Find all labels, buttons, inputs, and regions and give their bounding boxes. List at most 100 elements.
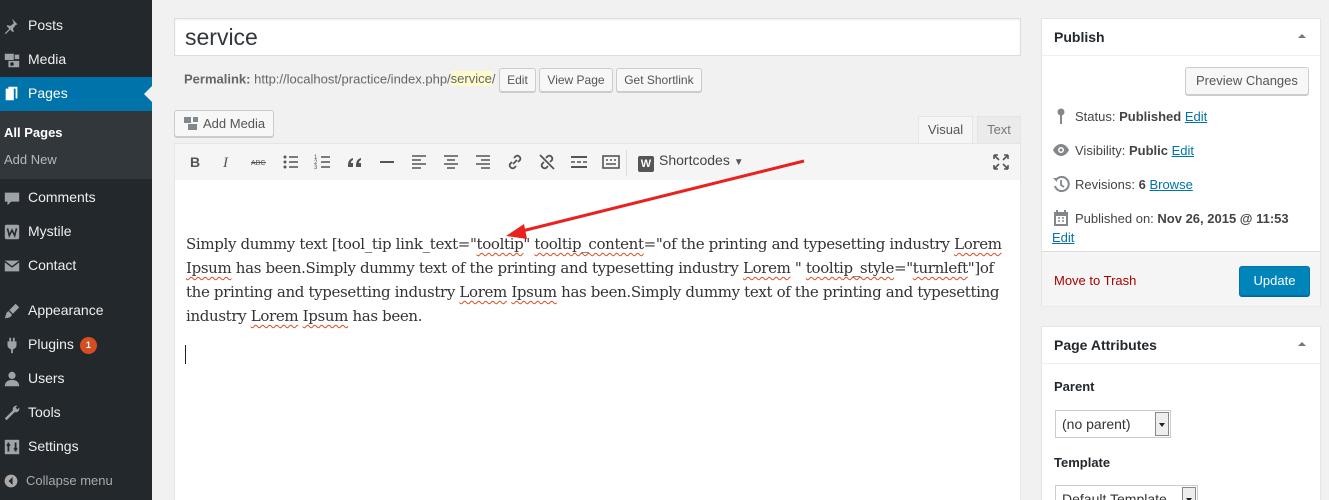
permalink-slug[interactable]: service bbox=[450, 71, 492, 87]
menu-label: Plugins 1 bbox=[28, 336, 97, 354]
status-row: Status: Published Edit bbox=[1052, 107, 1207, 125]
edit-status-link[interactable]: Edit bbox=[1185, 109, 1207, 124]
user-icon bbox=[3, 370, 21, 388]
woo-theme-icon bbox=[3, 223, 21, 241]
bold-icon[interactable]: B bbox=[185, 152, 205, 172]
pages-submenu: All Pages Add New bbox=[0, 111, 152, 179]
template-select-value: Default Template bbox=[1062, 491, 1167, 500]
publish-box-header[interactable]: Publish bbox=[1042, 19, 1320, 56]
visibility-label: Visibility: bbox=[1075, 143, 1126, 158]
align-left-icon[interactable] bbox=[409, 152, 429, 172]
bulleted-list-icon[interactable] bbox=[281, 152, 301, 172]
envelope-icon bbox=[3, 257, 21, 275]
collapse-arrow-icon[interactable] bbox=[1296, 30, 1308, 42]
content-misspelled-word: tooltip_style bbox=[805, 259, 894, 277]
menu-label: Contact bbox=[28, 257, 77, 273]
permalink-base-url: http://localhost/practice/index.php/ bbox=[254, 71, 451, 87]
pushpin-icon bbox=[3, 17, 21, 35]
submenu-all-pages[interactable]: All Pages bbox=[4, 125, 63, 140]
publish-actions: Move to Trash Update bbox=[1042, 251, 1320, 306]
status-value: Published bbox=[1119, 109, 1182, 124]
media-icon bbox=[3, 51, 21, 69]
content-text: " bbox=[790, 259, 806, 277]
menu-label: Appearance bbox=[28, 302, 104, 318]
menu-item-users[interactable]: Users bbox=[0, 362, 152, 396]
menu-item-appearance[interactable]: Appearance bbox=[0, 294, 152, 328]
svg-text:3: 3 bbox=[314, 165, 318, 171]
annotation-arrow-line bbox=[517, 159, 805, 234]
browse-revisions-link[interactable]: Browse bbox=[1149, 177, 1192, 192]
blockquote-icon[interactable] bbox=[345, 152, 365, 172]
permalink-label: Permalink: bbox=[184, 71, 251, 87]
wrench-icon bbox=[3, 404, 21, 422]
horizontal-line-icon[interactable] bbox=[377, 152, 397, 172]
plug-icon bbox=[3, 336, 21, 354]
align-center-icon[interactable] bbox=[441, 152, 461, 172]
add-media-button[interactable]: Add Media bbox=[174, 110, 275, 137]
publish-box-title: Publish bbox=[1054, 29, 1105, 45]
settings-icon bbox=[3, 438, 21, 456]
strikethrough-icon[interactable]: ABC bbox=[249, 152, 269, 172]
move-to-trash-link[interactable]: Move to Trash bbox=[1054, 273, 1136, 288]
menu-label: Posts bbox=[28, 17, 64, 33]
edit-date-link[interactable]: Edit bbox=[1052, 230, 1074, 245]
menu-label: Mystile bbox=[28, 223, 72, 239]
chevron-down-icon bbox=[1182, 487, 1196, 500]
svg-text:B: B bbox=[190, 154, 200, 170]
content-text: =" bbox=[894, 259, 913, 277]
history-icon bbox=[1052, 175, 1070, 193]
italic-icon[interactable]: I bbox=[217, 152, 237, 172]
eye-icon bbox=[1052, 141, 1070, 159]
view-page-button[interactable]: View Page bbox=[539, 68, 613, 92]
page-attributes-title: Page Attributes bbox=[1054, 337, 1157, 353]
add-media-icon bbox=[183, 114, 199, 130]
page-attributes-box: Page Attributes Parent (no parent) Templ… bbox=[1041, 326, 1321, 500]
tab-visual[interactable]: Visual bbox=[918, 116, 973, 144]
get-shortlink-button[interactable]: Get Shortlink bbox=[616, 68, 702, 92]
visibility-row: Visibility: Public Edit bbox=[1052, 141, 1194, 159]
page-attributes-header[interactable]: Page Attributes bbox=[1042, 327, 1320, 364]
pin-icon bbox=[1052, 107, 1070, 125]
chevron-down-icon bbox=[1155, 412, 1169, 436]
collapse-arrow-icon[interactable] bbox=[1296, 338, 1308, 350]
permalink-trailing: / bbox=[491, 71, 496, 87]
numbered-list-icon[interactable]: 123 bbox=[313, 152, 333, 172]
menu-item-mystile[interactable]: Mystile bbox=[0, 215, 152, 249]
menu-item-contact[interactable]: Contact bbox=[0, 249, 152, 283]
menu-label: Settings bbox=[28, 438, 79, 454]
content-misspelled-word: Lorem bbox=[742, 259, 791, 277]
tab-text[interactable]: Text bbox=[977, 116, 1021, 144]
menu-item-pages[interactable]: Pages bbox=[0, 77, 152, 111]
visibility-value: Public bbox=[1128, 143, 1168, 158]
content-text: has been. bbox=[348, 307, 423, 325]
permalink-row: Permalink: http://localhost/practice/ind… bbox=[184, 68, 702, 92]
template-select[interactable]: Default Template bbox=[1055, 485, 1198, 500]
menu-item-comments[interactable]: Comments bbox=[0, 181, 152, 215]
fullscreen-icon[interactable] bbox=[991, 152, 1011, 172]
edit-visibility-link[interactable]: Edit bbox=[1172, 143, 1194, 158]
update-button[interactable]: Update bbox=[1239, 266, 1310, 296]
content-misspelled-word: turnleft bbox=[912, 259, 968, 277]
post-title-input[interactable] bbox=[174, 18, 1021, 56]
revisions-row: Revisions: 6 Browse bbox=[1052, 175, 1193, 193]
submenu-add-new[interactable]: Add New bbox=[4, 152, 57, 167]
content-misspelled-word: Ipsum bbox=[511, 283, 557, 301]
menu-item-plugins[interactable]: Plugins 1 bbox=[0, 328, 152, 362]
collapse-menu-button[interactable]: Collapse menu bbox=[0, 470, 152, 492]
edit-permalink-button[interactable]: Edit bbox=[499, 68, 536, 92]
parent-select[interactable]: (no parent) bbox=[1055, 410, 1171, 438]
menu-item-posts[interactable]: Posts bbox=[0, 9, 152, 43]
menu-label: Tools bbox=[28, 404, 61, 420]
collapse-icon bbox=[3, 473, 19, 489]
menu-item-media[interactable]: Media bbox=[0, 43, 152, 77]
content-misspelled-word: Lorem bbox=[459, 283, 507, 301]
menu-label: Pages bbox=[28, 85, 68, 101]
content-misspelled-word: Lorem bbox=[954, 235, 1002, 253]
content-text: has been.Simply dummy text of the printi… bbox=[231, 259, 743, 277]
menu-label: Users bbox=[28, 370, 65, 386]
menu-item-tools[interactable]: Tools bbox=[0, 396, 152, 430]
published-on-label: Published on: bbox=[1075, 211, 1154, 226]
preview-changes-button[interactable]: Preview Changes bbox=[1185, 67, 1309, 95]
menu-item-settings[interactable]: Settings bbox=[0, 430, 152, 464]
pages-icon bbox=[3, 85, 21, 103]
